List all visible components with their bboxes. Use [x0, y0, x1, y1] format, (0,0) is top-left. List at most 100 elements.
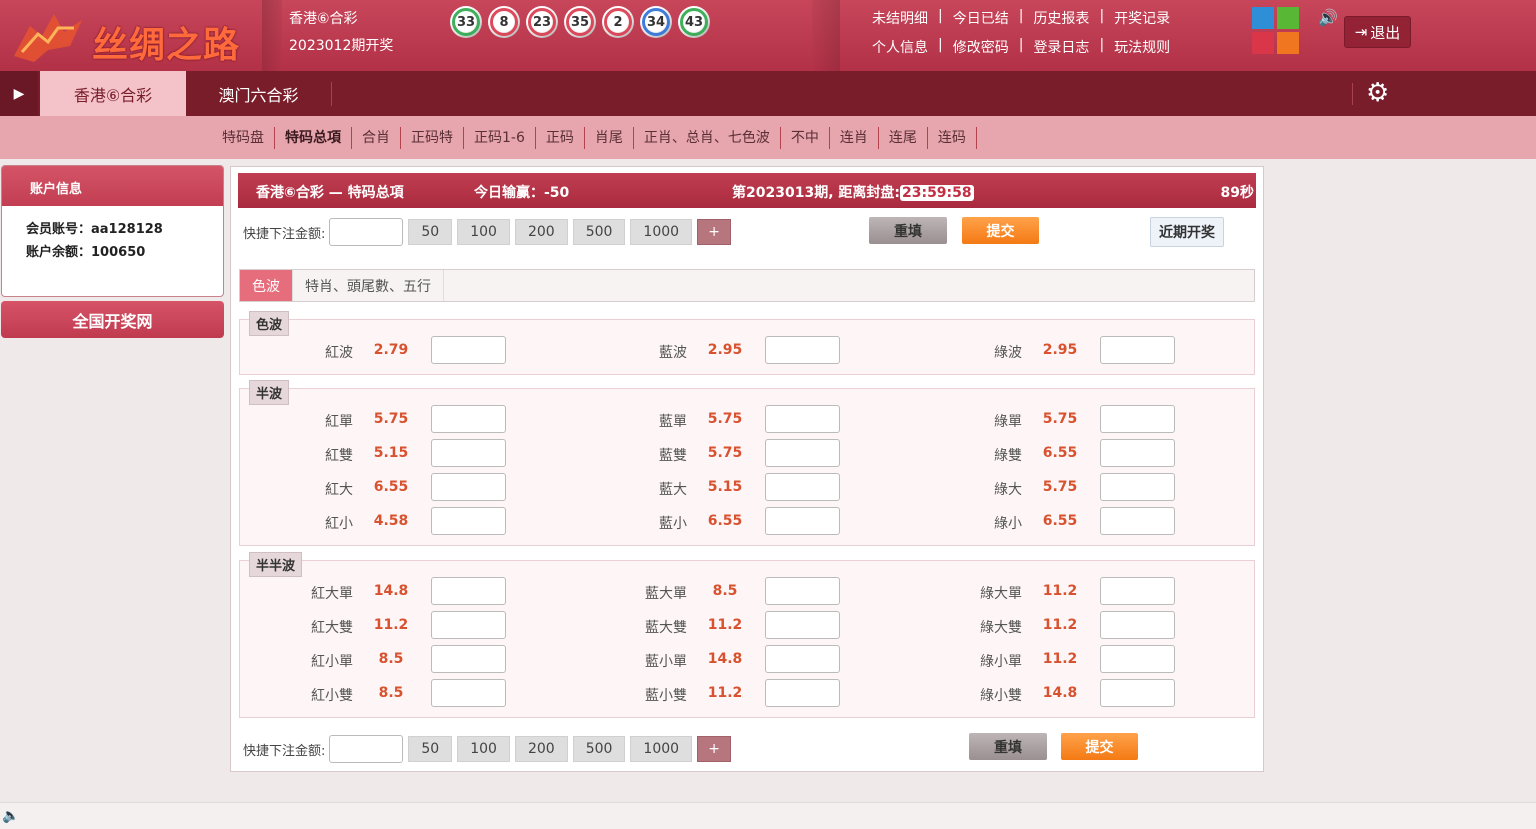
bet-amount-input[interactable]: [765, 645, 840, 673]
subnav-item[interactable]: 正码1-6: [464, 127, 536, 149]
bet-amount-input[interactable]: [1100, 473, 1175, 501]
bet-amount-input[interactable]: [431, 473, 506, 501]
volume-icon[interactable]: 🔊: [1318, 8, 1338, 27]
tab-zodiac-tail-element[interactable]: 特肖、頭尾數、五行: [293, 270, 444, 301]
theme-color-swatch[interactable]: [1277, 7, 1299, 29]
bet-amount-input[interactable]: [1100, 679, 1175, 707]
subnav-item[interactable]: 正码: [536, 127, 585, 149]
reset-button[interactable]: 重填: [869, 217, 947, 244]
bet-cell: 紅小單 8.5: [311, 644, 511, 678]
bet-amount-input[interactable]: [431, 679, 506, 707]
bet-amount-input[interactable]: [765, 405, 840, 433]
top-link[interactable]: 未结明细: [872, 8, 928, 28]
chip-1000[interactable]: 1000: [630, 219, 693, 245]
submit-button[interactable]: 提交: [1061, 733, 1138, 760]
gear-icon[interactable]: ⚙: [1366, 78, 1389, 108]
bet-amount-input[interactable]: [431, 439, 506, 467]
top-link[interactable]: 玩法规则: [1114, 37, 1170, 57]
chip-50[interactable]: 50: [408, 736, 453, 762]
chip-500[interactable]: 500: [572, 736, 626, 762]
bet-amount-input[interactable]: [1100, 336, 1175, 364]
chip-plus-button[interactable]: +: [697, 219, 732, 245]
bet-odds: 2.95: [1042, 342, 1078, 358]
bet-amount-input[interactable]: [431, 577, 506, 605]
chip-200[interactable]: 200: [514, 219, 568, 245]
today-result: 今日输赢：-50: [474, 182, 569, 202]
subnav-item[interactable]: 不中: [781, 127, 830, 149]
tab-hk-lottery[interactable]: 香港⑥合彩: [40, 71, 186, 116]
logout-button[interactable]: ⇥ 退出: [1344, 16, 1411, 48]
national-lottery-button[interactable]: 全国开奖网: [1, 301, 224, 338]
subnav-item[interactable]: 肖尾: [585, 127, 634, 149]
chip-100[interactable]: 100: [457, 219, 510, 245]
bet-cell: 藍小雙 11.2: [645, 678, 845, 712]
tab-macau-lottery[interactable]: 澳门六合彩: [186, 82, 332, 106]
subnav-item[interactable]: 合肖: [352, 127, 401, 149]
bet-amount-input[interactable]: [765, 439, 840, 467]
top-link[interactable]: 历史报表: [1033, 8, 1089, 28]
bet-amount-input[interactable]: [1100, 611, 1175, 639]
reset-button[interactable]: 重填: [969, 733, 1047, 760]
theme-color-swatch[interactable]: [1252, 7, 1274, 29]
bet-amount-input[interactable]: [765, 577, 840, 605]
bet-amount-input[interactable]: [431, 645, 506, 673]
bet-amount-input[interactable]: [1100, 507, 1175, 535]
chip-1000[interactable]: 1000: [630, 736, 693, 762]
bet-amount-input[interactable]: [431, 507, 506, 535]
subnav-item[interactable]: 特码总項: [275, 127, 352, 149]
submit-button[interactable]: 提交: [962, 217, 1039, 244]
bet-amount-input[interactable]: [765, 611, 840, 639]
theme-color-swatch[interactable]: [1277, 32, 1299, 54]
subnav-item[interactable]: 连尾: [879, 127, 928, 149]
sidebar-toggle-arrow-icon[interactable]: ▶: [0, 71, 38, 116]
bet-cell: 紅小雙 8.5: [311, 678, 511, 712]
top-link[interactable]: 修改密码: [953, 37, 1009, 57]
result-ball: 34: [640, 6, 672, 38]
account-balance: 账户余额：100650: [2, 241, 223, 260]
subnav-item[interactable]: 正码特: [401, 127, 464, 149]
bet-amount-input[interactable]: [1100, 439, 1175, 467]
bet-amount-input[interactable]: [431, 611, 506, 639]
top-link[interactable]: 登录日志: [1033, 37, 1089, 57]
link-separator: |: [938, 37, 943, 53]
site-logo[interactable]: 丝绸之路: [8, 6, 258, 66]
chip-plus-button[interactable]: +: [697, 736, 732, 762]
bet-amount-input[interactable]: [431, 336, 506, 364]
bet-amount-input[interactable]: [765, 679, 840, 707]
bet-amount-input[interactable]: [765, 473, 840, 501]
top-link[interactable]: 开奖记录: [1114, 8, 1170, 28]
quick-amount-input[interactable]: [329, 218, 404, 246]
subnav-item[interactable]: 正肖、总肖、七色波: [634, 127, 781, 149]
result-ball: 23: [526, 6, 558, 38]
theme-color-swatch[interactable]: [1252, 32, 1274, 54]
subnav-item[interactable]: 特码盘: [212, 127, 275, 149]
bet-option-name: 紅小單: [311, 654, 353, 670]
speaker-icon[interactable]: 🔈: [2, 808, 19, 824]
bet-odds: 14.8: [707, 651, 743, 667]
tab-color-wave[interactable]: 色波: [240, 270, 293, 301]
result-ball: 35: [564, 6, 596, 38]
bet-amount-input[interactable]: [1100, 645, 1175, 673]
bet-amount-input[interactable]: [431, 405, 506, 433]
chip-500[interactable]: 500: [572, 219, 626, 245]
bet-amount-input[interactable]: [765, 507, 840, 535]
top-link[interactable]: 个人信息: [872, 37, 928, 57]
bet-amount-input[interactable]: [1100, 577, 1175, 605]
bet-cell: 紅小 4.58: [325, 506, 511, 540]
recent-draws-button[interactable]: 近期开奖: [1150, 217, 1224, 247]
quick-amount-input[interactable]: [329, 735, 404, 763]
bet-odds: 6.55: [707, 513, 743, 529]
chip-200[interactable]: 200: [514, 736, 568, 762]
period-label: 第2023013期, 距离封盘:: [732, 185, 900, 201]
bet-option-name: 綠小雙: [980, 688, 1022, 704]
bet-option-name: 綠大單: [980, 586, 1022, 602]
bet-amount-input[interactable]: [1100, 405, 1175, 433]
subnav-item[interactable]: 连肖: [830, 127, 879, 149]
top-link[interactable]: 今日已结: [953, 8, 1009, 28]
chip-100[interactable]: 100: [457, 736, 510, 762]
logout-icon: ⇥: [1354, 23, 1368, 41]
chip-50[interactable]: 50: [408, 219, 453, 245]
bet-amount-input[interactable]: [765, 336, 840, 364]
ball-number: 35: [570, 12, 590, 32]
subnav-item[interactable]: 连码: [928, 127, 977, 149]
